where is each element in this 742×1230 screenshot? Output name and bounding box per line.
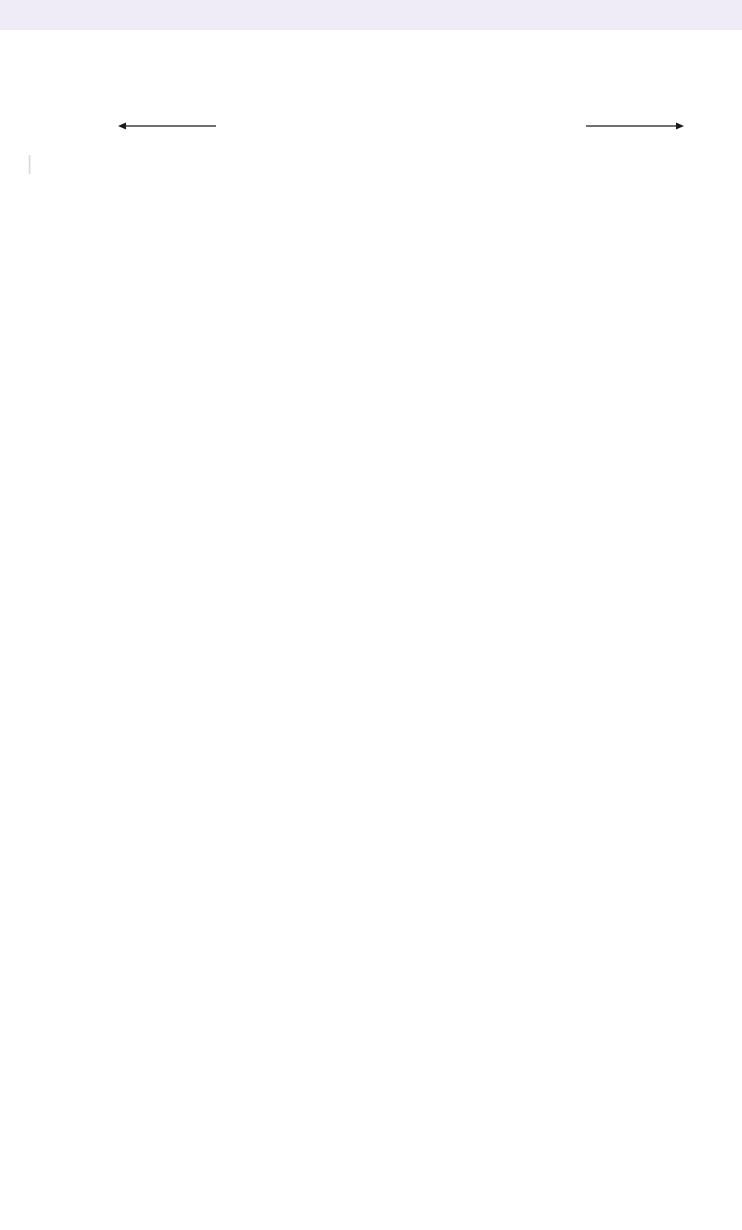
header-band bbox=[0, 0, 742, 30]
logo-divider: | bbox=[27, 153, 32, 175]
column-headers bbox=[165, 30, 698, 98]
left-arrow-icon bbox=[118, 122, 216, 130]
footer: | bbox=[0, 147, 742, 193]
column-headers-svg bbox=[165, 30, 705, 100]
yougov-logo[interactable]: | bbox=[22, 153, 37, 176]
axis-direction-notes bbox=[0, 105, 742, 133]
right-arrow-icon bbox=[586, 122, 684, 130]
korean-ranking-notes bbox=[0, 193, 742, 225]
infographic-root: | bbox=[0, 0, 742, 225]
heatmap-chart bbox=[0, 30, 742, 133]
